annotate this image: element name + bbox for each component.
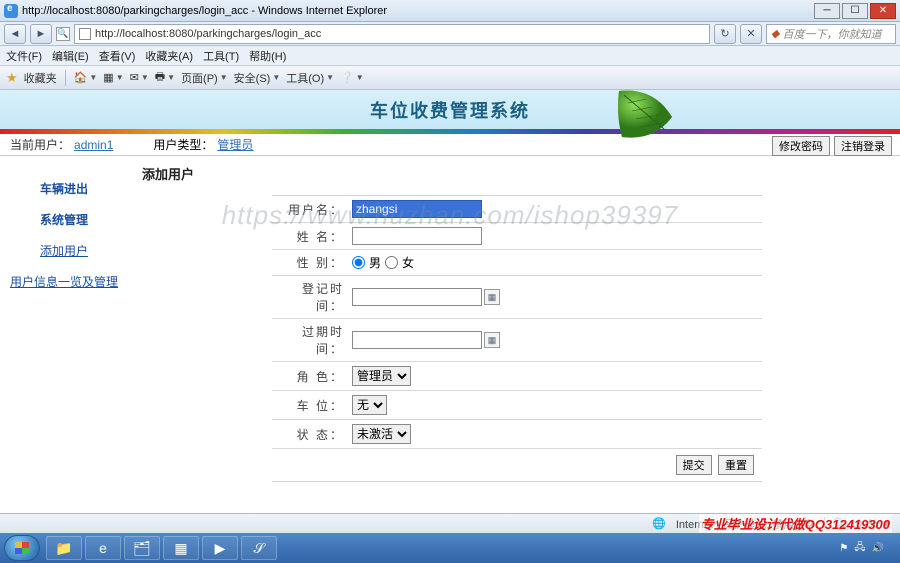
parking-select[interactable]: 无 <box>352 395 387 415</box>
status-select[interactable]: 未激活 <box>352 424 411 444</box>
menu-bar: 文件(F) 编辑(E) 查看(V) 收藏夹(A) 工具(T) 帮助(H) <box>0 46 900 66</box>
content-area: 添加用户 用户名： 姓 名： 性 别： 男 女 <box>128 156 900 520</box>
realname-label: 姓 名： <box>280 228 344 245</box>
home-button[interactable]: 🏠▼ <box>74 71 98 84</box>
back-button[interactable]: ◄ <box>4 24 26 44</box>
page-menu[interactable]: 页面(P)▼ <box>181 70 228 86</box>
app-title: 车位收费管理系统 <box>370 97 530 123</box>
regtime-input[interactable] <box>352 288 482 306</box>
current-user-link[interactable]: admin1 <box>74 138 113 152</box>
add-user-form: 用户名： 姓 名： 性 别： 男 女 登记时 <box>272 195 762 482</box>
change-password-button[interactable]: 修改密码 <box>772 136 830 156</box>
status-label: 状 态： <box>280 426 344 443</box>
print-button[interactable]: 🖶▼ <box>155 68 175 87</box>
globe-icon: 🌐 <box>652 517 666 530</box>
menu-view[interactable]: 查看(V) <box>99 48 136 64</box>
sidebar-item-vehicle[interactable]: 车辆进出 <box>0 180 128 197</box>
gender-label: 性 别： <box>280 254 344 271</box>
system-tray[interactable]: ⚑ 🖧 🔊 <box>839 540 896 557</box>
stop-button[interactable]: ✕ <box>740 24 762 44</box>
page-heading: 添加用户 <box>142 164 886 183</box>
page-icon <box>79 28 91 40</box>
sidebar-item-adduser[interactable]: 添加用户 <box>0 242 128 259</box>
maximize-button[interactable]: ☐ <box>842 3 868 19</box>
user-type-label: 用户类型： <box>153 136 213 153</box>
realname-input[interactable] <box>352 227 482 245</box>
tray-volume-icon[interactable]: 🔊 <box>872 543 884 554</box>
search-placeholder: 百度一下，你就知道 <box>782 26 881 42</box>
calendar-icon[interactable]: ▦ <box>484 289 500 305</box>
exptime-label: 过期时间： <box>280 323 344 357</box>
menu-file[interactable]: 文件(F) <box>6 48 42 64</box>
menu-tools[interactable]: 工具(T) <box>203 48 239 64</box>
menu-edit[interactable]: 编辑(E) <box>52 48 89 64</box>
ie-icon <box>4 4 18 18</box>
task-app2-icon[interactable]: 𝒮 <box>241 536 277 560</box>
feeds-button[interactable]: ▦▼ <box>103 71 123 84</box>
address-text: http://localhost:8080/parkingcharges/log… <box>95 28 321 40</box>
logout-button[interactable]: 注销登录 <box>834 136 892 156</box>
username-label: 用户名： <box>280 201 344 218</box>
nav-toolbar: ◄ ► 🔍 http://localhost:8080/parkingcharg… <box>0 22 900 46</box>
window-title: http://localhost:8080/parkingcharges/log… <box>22 5 387 17</box>
start-button[interactable] <box>4 535 40 561</box>
sidebar-item-system[interactable]: 系统管理 <box>0 211 128 228</box>
banner: 车位收费管理系统 <box>0 90 900 129</box>
menu-favorites[interactable]: 收藏夹(A) <box>145 48 193 64</box>
gender-female-text: 女 <box>402 254 414 271</box>
refresh-button[interactable]: ↻ <box>714 24 736 44</box>
forward-button[interactable]: ► <box>30 24 52 44</box>
help-icon[interactable]: ❔▼ <box>340 71 364 84</box>
favorites-star-icon[interactable]: ★ <box>6 70 18 86</box>
exptime-input[interactable] <box>352 331 482 349</box>
task-folder-icon[interactable]: 🗂 <box>124 536 160 560</box>
tray-flag-icon[interactable]: ⚑ <box>839 543 848 554</box>
role-select[interactable]: 管理员 <box>352 366 411 386</box>
safety-menu[interactable]: 安全(S)▼ <box>234 70 281 86</box>
submit-button[interactable]: 提交 <box>676 455 712 475</box>
tools-menu[interactable]: 工具(O)▼ <box>286 70 334 86</box>
reset-button[interactable]: 重置 <box>718 455 754 475</box>
task-app1-icon[interactable]: ▦ <box>163 536 199 560</box>
user-bar: 当前用户： admin1 用户类型： 管理员 修改密码 注销登录 <box>0 134 900 156</box>
tray-network-icon[interactable]: 🖧 <box>854 540 865 557</box>
task-media-icon[interactable]: ▶ <box>202 536 238 560</box>
leaf-decoration <box>613 90 675 144</box>
gender-female-radio[interactable] <box>385 256 398 269</box>
gender-male-radio[interactable] <box>352 256 365 269</box>
mail-button[interactable]: ✉▼ <box>130 71 149 84</box>
current-user-label: 当前用户： <box>10 136 70 153</box>
close-button[interactable]: ✕ <box>870 3 896 19</box>
role-label: 角 色： <box>280 368 344 385</box>
search-engine-icon: ◆ <box>771 27 779 40</box>
command-bar: ★ 收藏夹 🏠▼ ▦▼ ✉▼ 🖶▼ 页面(P)▼ 安全(S)▼ 工具(O)▼ ❔… <box>0 66 900 90</box>
promo-text: 专业毕业设计代做QQ312419300 <box>699 514 892 533</box>
calendar-icon[interactable]: ▦ <box>484 332 500 348</box>
minimize-button[interactable]: ─ <box>814 3 840 19</box>
user-type-link[interactable]: 管理员 <box>217 136 253 153</box>
favorites-label[interactable]: 收藏夹 <box>24 70 57 86</box>
task-ie-icon[interactable]: e <box>85 536 121 560</box>
sidebar-item-userlist[interactable]: 用户信息一览及管理 <box>0 273 128 290</box>
regtime-label: 登记时间： <box>280 280 344 314</box>
menu-help[interactable]: 帮助(H) <box>249 48 286 64</box>
addr-icon: 🔍 <box>56 27 70 41</box>
window-titlebar: http://localhost:8080/parkingcharges/log… <box>0 0 900 22</box>
search-box[interactable]: ◆ 百度一下，你就知道 <box>766 24 896 44</box>
parking-label: 车 位： <box>280 397 344 414</box>
task-explorer-icon[interactable]: 📁 <box>46 536 82 560</box>
gender-male-text: 男 <box>369 254 381 271</box>
sidebar: 车辆进出 系统管理 添加用户 用户信息一览及管理 <box>0 156 128 520</box>
username-input[interactable] <box>352 200 482 218</box>
taskbar: 📁 e 🗂 ▦ ▶ 𝒮 ⚑ 🖧 🔊 <box>0 533 900 563</box>
address-bar[interactable]: http://localhost:8080/parkingcharges/log… <box>74 24 710 44</box>
